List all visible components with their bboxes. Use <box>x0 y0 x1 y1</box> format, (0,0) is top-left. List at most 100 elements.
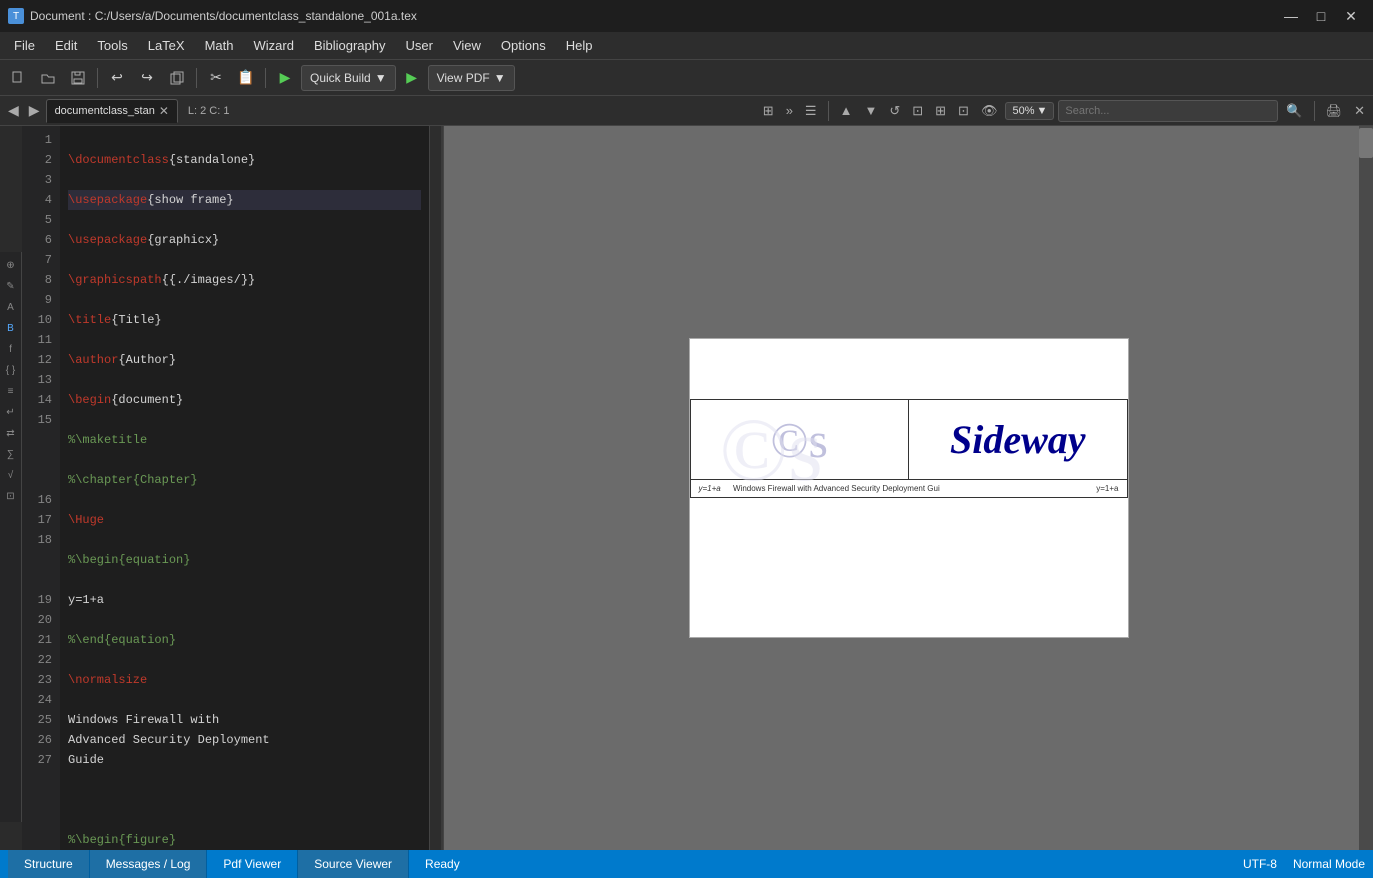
titlebar-left: T Document : C:/Users/a/Documents/docume… <box>8 8 417 24</box>
paste-button[interactable]: 📋 <box>232 64 260 92</box>
menu-latex[interactable]: LaTeX <box>138 34 195 57</box>
panel-icon-9[interactable]: ⇄ <box>2 424 20 442</box>
quick-build-arrow: ▼ <box>375 71 387 85</box>
panel-icon-4[interactable]: B <box>2 319 20 337</box>
status-tab-messages[interactable]: Messages / Log <box>90 850 208 878</box>
status-tab-sourceviewer[interactable]: Source Viewer <box>298 850 409 878</box>
open-file-button[interactable] <box>34 64 62 92</box>
menu-tools[interactable]: Tools <box>87 34 137 57</box>
menu-view[interactable]: View <box>443 34 491 57</box>
menu-wizard[interactable]: Wizard <box>244 34 304 57</box>
pdf-preview[interactable]: ©s ©s Sideway y=1+a Windows Firewall wit… <box>444 126 1373 850</box>
cut-button[interactable]: ✂ <box>202 64 230 92</box>
eye-button[interactable]: 👁 <box>977 101 1002 121</box>
status-right: UTF-8 Normal Mode <box>1243 857 1365 871</box>
tab-nav-right[interactable]: ▶ <box>25 100 44 121</box>
toolbar-sep-1 <box>97 68 98 88</box>
tab-more-button[interactable]: » <box>782 101 797 120</box>
print-button[interactable]: 🖨 <box>1322 101 1347 121</box>
compile-button[interactable]: ▶ <box>271 64 299 92</box>
line-13: %\end{equation} <box>68 630 421 650</box>
panel-icon-11[interactable]: √ <box>2 466 20 484</box>
panel-icon-7[interactable]: ≡ <box>2 382 20 400</box>
tab-nav-left[interactable]: ◀ <box>4 100 23 121</box>
view-pdf-dropdown[interactable]: View PDF ▼ <box>428 65 515 91</box>
menu-edit[interactable]: Edit <box>45 34 87 57</box>
pdf-scrollbar[interactable] <box>1359 126 1373 850</box>
tabbar: ◀ ▶ documentclass_stan ✕ L: 2 C: 1 ⊞ » ☰… <box>0 96 1373 126</box>
search-sep <box>1314 101 1315 121</box>
watermark: ©s <box>720 399 823 502</box>
tabbar-sep <box>828 101 829 121</box>
caption-right: y=1+a <box>1096 484 1118 493</box>
table-cell-logo-right: Sideway <box>909 400 1128 480</box>
zoom-control[interactable]: 50% ▼ <box>1005 102 1054 120</box>
line-16 <box>68 790 421 810</box>
active-tab[interactable]: documentclass_stan ✕ <box>46 99 178 123</box>
close-button[interactable]: ✕ <box>1337 2 1365 30</box>
navigate-down-button[interactable]: ▼ <box>860 101 881 120</box>
maximize-button[interactable]: □ <box>1307 2 1335 30</box>
menu-help[interactable]: Help <box>556 34 603 57</box>
settings-button[interactable]: ✕ <box>1350 101 1369 121</box>
minimize-button[interactable]: — <box>1277 2 1305 30</box>
line-1: \documentclass{standalone} <box>68 150 421 170</box>
save-file-button[interactable] <box>64 64 92 92</box>
zoom-out-button[interactable]: ⊡ <box>954 101 973 121</box>
panel-icon-3[interactable]: A <box>2 298 20 316</box>
new-file-button[interactable] <box>4 64 32 92</box>
line-9: %\chapter{Chapter} <box>68 470 421 490</box>
panel-icon-1[interactable]: ⊕ <box>2 256 20 274</box>
status-tab-pdfviewer[interactable]: Pdf Viewer <box>207 850 298 878</box>
main-area: ⊕ ✎ A B f { } ≡ ↵ ⇄ ∑ √ ⊡ 1 2 3 4 5 6 7 … <box>0 126 1373 850</box>
run-button[interactable]: ▶ <box>398 64 426 92</box>
editor-container[interactable]: 1 2 3 4 5 6 7 8 9 10 11 12 13 14 15 16 1… <box>22 126 430 850</box>
line-11: %\begin{equation} <box>68 550 421 570</box>
undo-button[interactable]: ↩ <box>103 64 131 92</box>
status-tab-structure[interactable]: Structure <box>8 850 90 878</box>
view-pdf-label: View PDF <box>437 71 490 85</box>
copy-button[interactable] <box>163 64 191 92</box>
tab-close-button[interactable]: ✕ <box>159 104 169 118</box>
search-button[interactable]: 🔍 <box>1282 101 1306 121</box>
menu-file[interactable]: File <box>4 34 45 57</box>
quick-build-dropdown[interactable]: Quick Build ▼ <box>301 65 396 91</box>
panel-icon-6[interactable]: { } <box>2 361 20 379</box>
tab-structure-button[interactable]: ☰ <box>801 101 821 121</box>
redo-button[interactable]: ↪ <box>133 64 161 92</box>
navigate-up-button[interactable]: ▲ <box>836 101 857 120</box>
titlebar: T Document : C:/Users/a/Documents/docume… <box>0 0 1373 32</box>
search-input[interactable] <box>1058 100 1278 122</box>
app-icon: T <box>8 8 24 24</box>
titlebar-controls[interactable]: — □ ✕ <box>1277 2 1365 30</box>
line-5: \title{Title} <box>68 310 421 330</box>
quick-build-label: Quick Build <box>310 71 371 85</box>
menu-math[interactable]: Math <box>195 34 244 57</box>
line-numbers: 1 2 3 4 5 6 7 8 9 10 11 12 13 14 15 16 1… <box>22 126 60 850</box>
menu-user[interactable]: User <box>396 34 443 57</box>
encoding-label: UTF-8 <box>1243 857 1277 871</box>
gutter <box>430 126 444 850</box>
line-4: \graphicspath{{./images/}} <box>68 270 421 290</box>
mode-label: Normal Mode <box>1293 857 1365 871</box>
left-panel-icons: ⊕ ✎ A B f { } ≡ ↵ ⇄ ∑ √ ⊡ <box>0 252 22 822</box>
menu-bibliography[interactable]: Bibliography <box>304 34 396 57</box>
zoom-value: 50% <box>1012 105 1034 117</box>
line-12: y=1+a <box>68 590 421 610</box>
panel-icon-12[interactable]: ⊡ <box>2 487 20 505</box>
toolbar-sep-2 <box>196 68 197 88</box>
panel-icon-10[interactable]: ∑ <box>2 445 20 463</box>
toggle-button[interactable]: ⊞ <box>931 101 950 121</box>
tab-bookmark-button[interactable]: ⊞ <box>759 101 778 121</box>
menu-options[interactable]: Options <box>491 34 556 57</box>
panel-icon-2[interactable]: ✎ <box>2 277 20 295</box>
caption-left: y=1+a <box>699 484 721 493</box>
refresh-button[interactable]: ↺ <box>885 101 904 121</box>
line-7: \begin{document} <box>68 390 421 410</box>
panel-icon-8[interactable]: ↵ <box>2 403 20 421</box>
fit-button[interactable]: ⊡ <box>908 101 927 121</box>
panel-icon-5[interactable]: f <box>2 340 20 358</box>
pdf-scrollthumb[interactable] <box>1359 128 1373 158</box>
line-10: \Huge <box>68 510 421 530</box>
editor-content[interactable]: \documentclass{standalone} \usepackage{s… <box>60 126 429 850</box>
